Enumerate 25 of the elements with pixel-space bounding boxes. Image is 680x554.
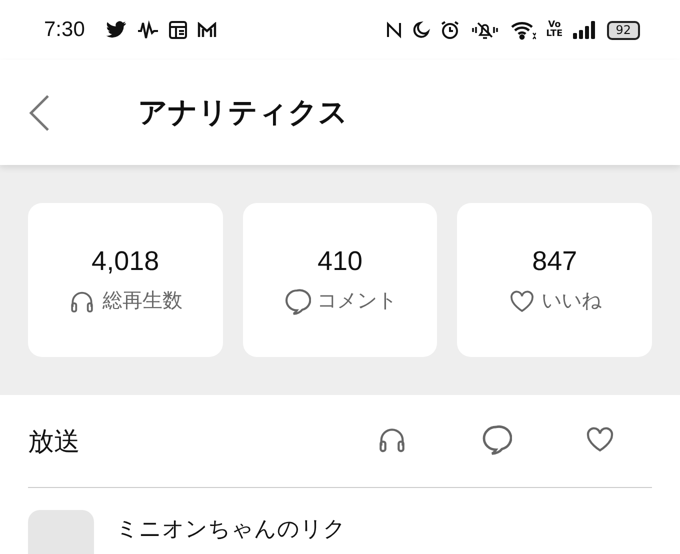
stat-label: コメント [317,287,397,314]
page-title: アナリティクス [138,94,348,130]
nfc-icon [386,21,402,39]
waveform-icon [136,20,159,40]
wifi-icon [510,20,536,40]
stat-value: 847 [532,246,578,276]
stat-label: 総再生数 [102,287,182,314]
stat-label: いいね [542,287,602,314]
mail-m-icon [196,22,217,38]
moon-icon [412,21,430,39]
speech-bubble-icon [283,286,311,314]
episode-thumbnail [28,510,94,554]
episode-title[interactable]: ミニオンちゃんのリク [116,514,346,544]
alarm-clock-icon [440,20,460,40]
bird-icon [104,21,127,39]
signal-icon [572,21,597,39]
newspaper-icon [168,21,187,39]
stat-value: 4,018 [92,246,160,276]
section-title: 放送 [28,426,81,458]
battery-level: 92 [606,20,640,40]
clock-time: 7:30 [44,18,85,42]
stat-value: 410 [317,246,363,276]
muted-bell-icon [470,20,500,40]
volte-label: Vo LTE [546,21,563,39]
speech-bubble-icon [480,423,512,455]
